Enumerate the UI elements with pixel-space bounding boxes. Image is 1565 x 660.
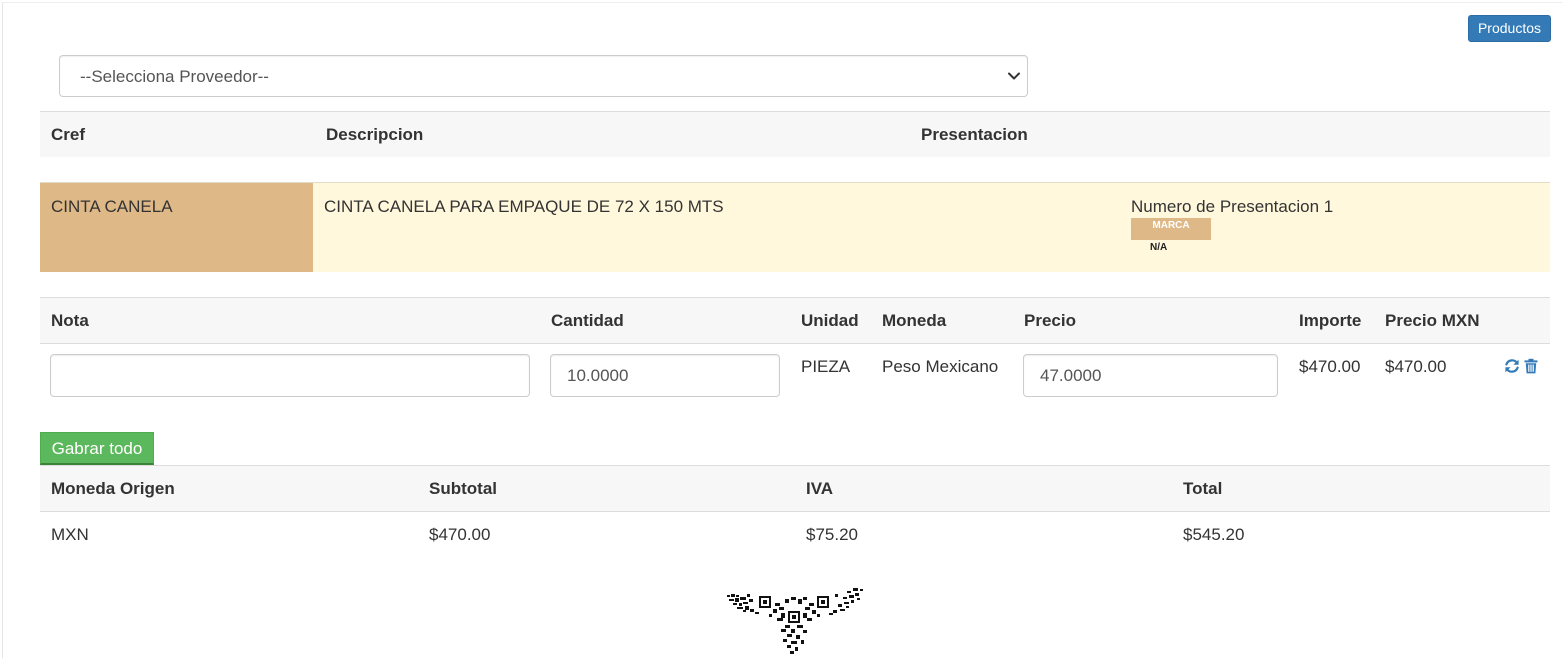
product-table-header: Cref Descripcion Presentacion <box>40 111 1550 157</box>
iva-value: $75.20 <box>806 525 858 544</box>
importe-value: $470.00 <box>1299 357 1361 376</box>
unidad-value: PIEZA <box>801 357 851 376</box>
precio-mxn-value: $470.00 <box>1385 357 1447 376</box>
descripcion-value: CINTA CANELA PARA EMPAQUE DE 72 X 150 MT… <box>324 197 724 216</box>
header-importe: Importe <box>1299 311 1362 330</box>
header-cantidad: Cantidad <box>551 311 624 330</box>
moneda-origen-value: MXN <box>51 525 89 544</box>
cref-value: CINTA CANELA <box>51 197 173 216</box>
cantidad-input[interactable] <box>550 354 780 397</box>
proveedor-select[interactable]: --Selecciona Proveedor-- <box>59 55 1028 97</box>
header-subtotal: Subtotal <box>429 479 497 498</box>
header-total: Total <box>1183 479 1223 498</box>
chevron-down-icon <box>1008 72 1020 80</box>
divider <box>40 111 1550 112</box>
header-moneda-origen: Moneda Origen <box>51 479 175 498</box>
proveedor-select-value: --Selecciona Proveedor-- <box>80 67 269 86</box>
marca-value: N/A <box>1150 242 1168 253</box>
trash-icon[interactable] <box>1523 358 1539 374</box>
qr-eagle-logo <box>727 588 863 654</box>
totals-table-header: Moneda Origen Subtotal IVA Total <box>40 466 1550 511</box>
header-precio-mxn: Precio MXN <box>1385 311 1480 330</box>
presentacion-value: Numero de Presentacion 1 <box>1131 197 1334 216</box>
header-presentacion: Presentacion <box>921 125 1028 144</box>
detail-table-header: Nota Cantidad Unidad Moneda Precio Impor… <box>40 298 1550 343</box>
nota-input[interactable] <box>50 354 530 397</box>
precio-input[interactable] <box>1023 354 1278 397</box>
product-row[interactable]: CINTA CANELA CINTA CANELA PARA EMPAQUE D… <box>40 182 1550 272</box>
moneda-value: Peso Mexicano <box>882 357 999 376</box>
divider <box>40 343 1550 344</box>
header-unidad: Unidad <box>801 311 859 330</box>
marca-badge: MARCA <box>1131 218 1211 240</box>
refresh-icon[interactable] <box>1504 358 1520 374</box>
header-iva: IVA <box>806 479 834 498</box>
total-value: $545.20 <box>1183 525 1245 544</box>
header-descripcion: Descripcion <box>326 125 424 144</box>
header-moneda: Moneda <box>882 311 947 330</box>
header-nota: Nota <box>51 311 89 330</box>
productos-button[interactable]: Productos <box>1468 15 1551 42</box>
subtotal-value: $470.00 <box>429 525 491 544</box>
header-precio: Precio <box>1024 311 1076 330</box>
header-cref: Cref <box>51 125 86 144</box>
divider <box>40 511 1550 512</box>
grabar-todo-button[interactable]: Gabrar todo <box>40 432 154 465</box>
